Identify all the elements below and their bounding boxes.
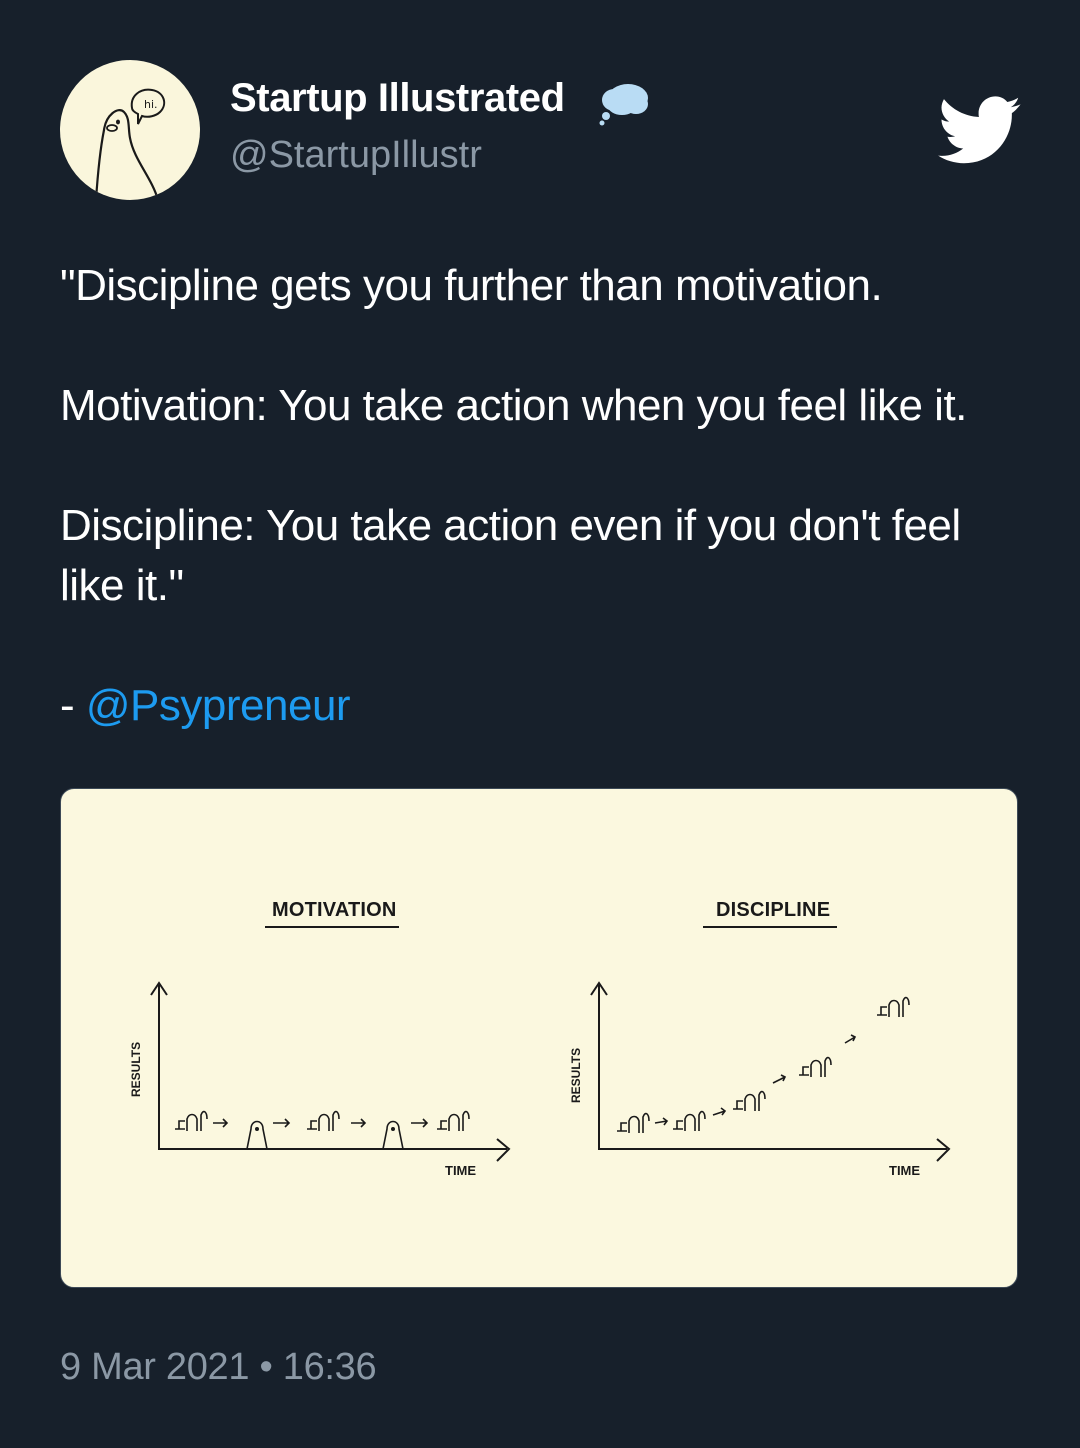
y-axis-label-motivation: RESULTS xyxy=(129,1041,143,1097)
avatar-speech-text: hi. xyxy=(144,98,158,111)
chart-title-discipline: DISCIPLINE xyxy=(716,899,831,921)
media-illustration xyxy=(150,926,951,1162)
x-axis-label-discipline: TIME xyxy=(889,1163,921,1178)
discipline-figures xyxy=(617,996,910,1133)
tweet-attribution: - @Psypreneur xyxy=(60,676,1020,736)
attribution-prefix: - xyxy=(60,681,86,730)
display-name[interactable]: Startup Illustrated xyxy=(230,76,565,121)
tweet-card: hi. Startup Illustrated @StartupIllustr … xyxy=(0,0,1080,1448)
tweet-text-line3: Discipline: You take action even if you … xyxy=(60,501,961,610)
avatar-illustration-icon: hi. xyxy=(94,88,166,200)
avatar[interactable]: hi. xyxy=(60,60,200,200)
y-axis-label-discipline: RESULTS xyxy=(569,1047,583,1103)
tweet-media-image[interactable]: MOTIVATION DISCIPLINE TIME TIME RESULTS … xyxy=(60,788,1018,1288)
twitter-bird-icon xyxy=(938,96,1021,164)
thought-bubble-icon xyxy=(599,84,648,126)
x-axis-label-motivation: TIME xyxy=(445,1163,477,1178)
mention-link[interactable]: @Psypreneur xyxy=(86,681,351,730)
user-handle[interactable]: @StartupIllustr xyxy=(230,134,482,177)
tweet-text-line2: Motivation: You take action when you fee… xyxy=(60,381,967,430)
chart-title-motivation: MOTIVATION xyxy=(272,899,397,921)
tweet-text-line1: "Discipline gets you further than motiva… xyxy=(60,261,883,310)
motivation-figures xyxy=(175,1110,470,1150)
tweet-timestamp[interactable]: 9 Mar 2021 • 16:36 xyxy=(60,1346,377,1389)
